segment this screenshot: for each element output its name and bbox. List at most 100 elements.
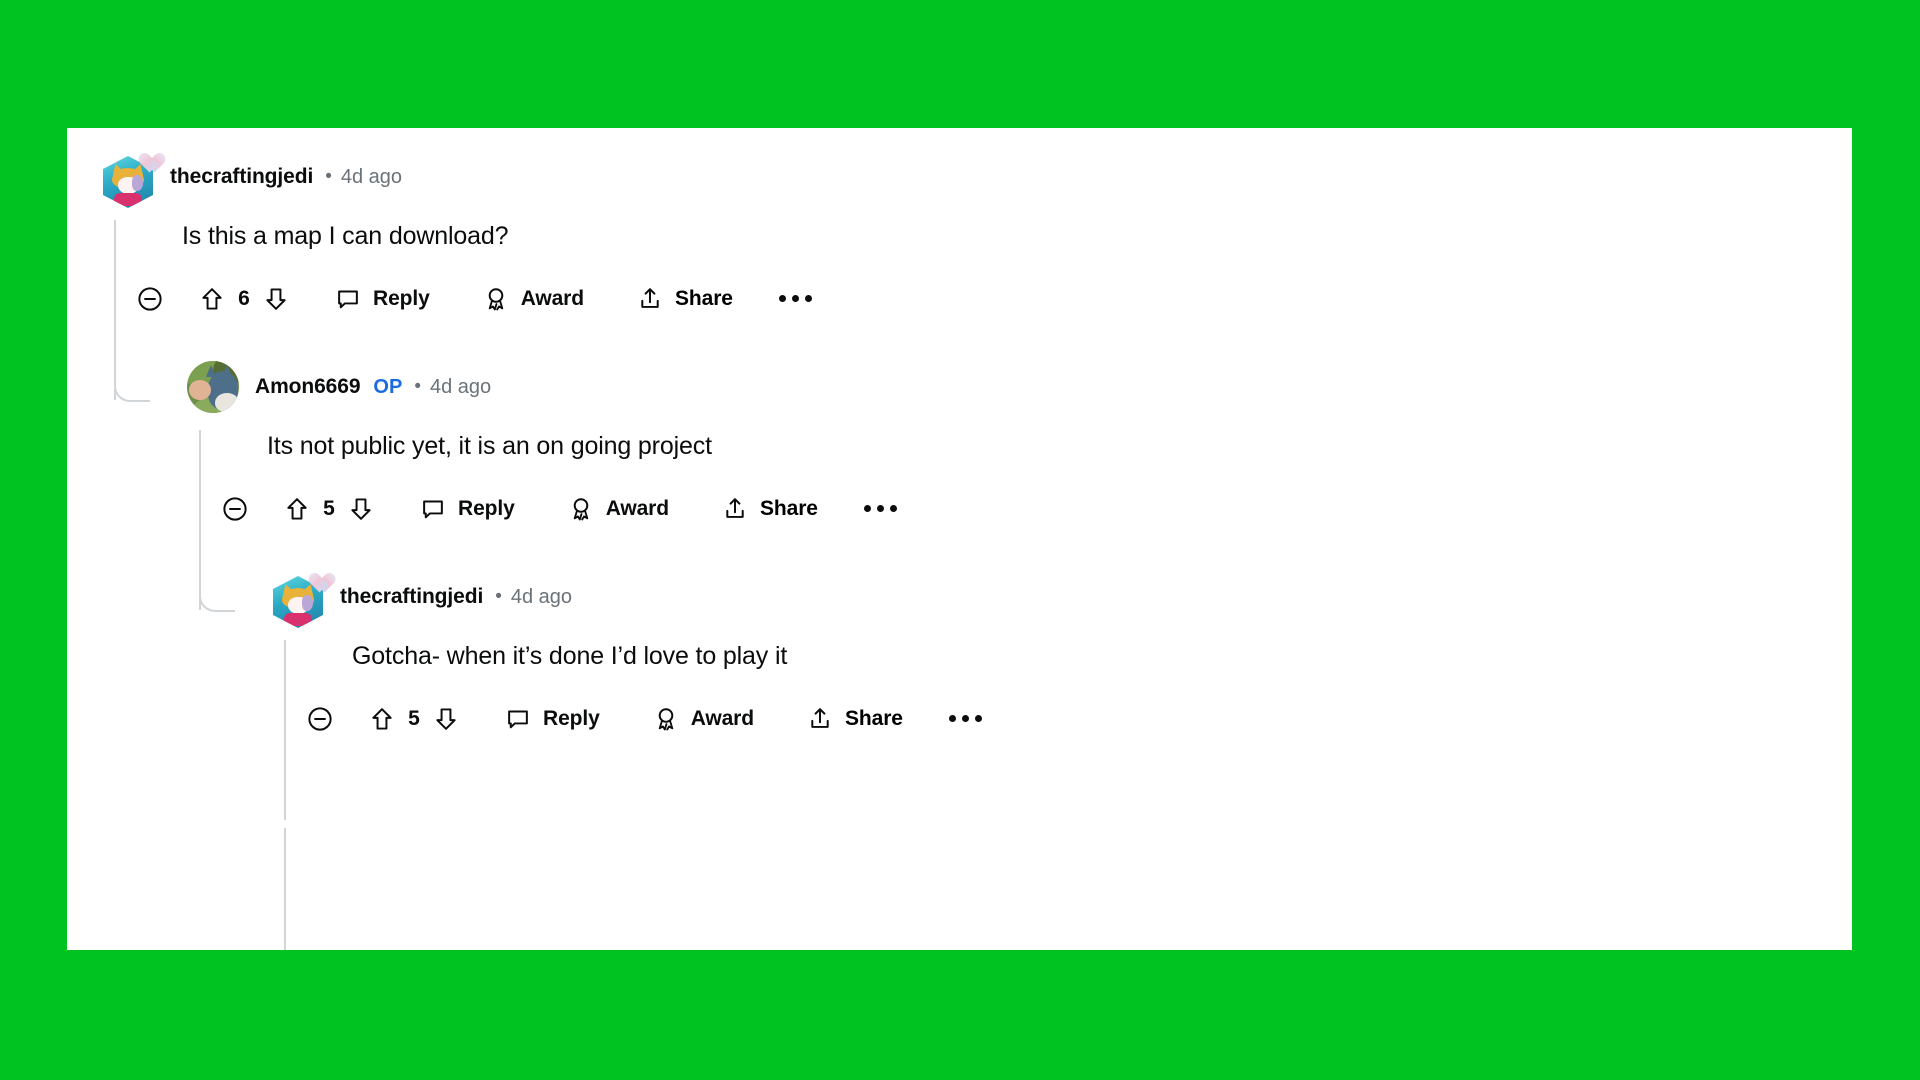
overflow-dot-3 <box>804 295 812 303</box>
share-arrow-icon <box>726 497 744 518</box>
overflow-menu-button[interactable] <box>778 295 812 303</box>
avatar[interactable] <box>270 569 326 628</box>
avatar-shirt-icon <box>284 613 312 626</box>
overflow-dot-2 <box>876 505 884 513</box>
vote-count: 6 <box>238 286 250 310</box>
award-button[interactable]: Award <box>567 495 669 523</box>
avatar[interactable] <box>185 359 241 415</box>
vote-group: 6 <box>198 285 290 313</box>
thread-curve-depth-0-to-1 <box>114 354 150 402</box>
collapse-icon <box>223 497 247 521</box>
overflow-menu-button[interactable] <box>863 505 897 513</box>
award-ribbon-icon <box>488 287 503 311</box>
award-label: Award <box>520 286 584 310</box>
comment-action-bar: 6 Reply Award Share <box>136 270 812 328</box>
downvote-button[interactable] <box>262 285 290 313</box>
overflow-dot-1 <box>863 505 871 513</box>
award-label: Award <box>605 496 669 520</box>
award-ribbon-icon <box>658 707 673 731</box>
comment-action-bar: 5 Reply Award Share <box>306 690 982 748</box>
comment-header: thecraftingjedi • 4d ago <box>270 568 982 628</box>
collapse-button[interactable] <box>136 285 164 313</box>
overflow-dot-3 <box>974 715 982 723</box>
share-label[interactable]: Share <box>675 287 733 311</box>
overflow-dot-2 <box>961 715 969 723</box>
upvote-icon <box>287 497 307 520</box>
overflow-menu-button[interactable] <box>948 715 982 723</box>
heart-balloon-icon <box>134 145 158 166</box>
upvote-button[interactable] <box>198 285 226 313</box>
comment-timestamp: 4d ago <box>429 375 492 398</box>
downvote-button[interactable] <box>347 495 375 523</box>
thread-curve-depth-1-to-2 <box>199 564 235 612</box>
reply-button[interactable]: Reply <box>419 495 515 523</box>
overflow-dot-2 <box>791 295 799 303</box>
avatar-hair-icon <box>132 175 143 191</box>
overflow-dot-3 <box>889 505 897 513</box>
comment-username[interactable]: thecraftingjedi <box>340 585 483 609</box>
comment-username[interactable]: Amon6669 <box>255 375 361 399</box>
thread-line-depth-2-continued <box>284 828 286 950</box>
meta-separator: • <box>495 586 502 607</box>
vote-count: 5 <box>323 496 335 520</box>
share-arrow-icon <box>641 287 659 308</box>
comment-thread-card: thecraftingjedi • 4d ago Is this a map I… <box>67 128 1852 950</box>
meta-separator: • <box>325 166 332 187</box>
award-label: Award <box>690 706 754 730</box>
comment-body: Is this a map I can download? <box>182 222 509 250</box>
comment-header: Amon6669 OP • 4d ago <box>185 358 897 416</box>
comment-username[interactable]: thecraftingjedi <box>170 165 313 189</box>
comment-item: thecraftingjedi • 4d ago Is this a map I… <box>100 148 812 328</box>
downvote-icon <box>266 288 286 310</box>
reply-label: Reply <box>543 706 600 730</box>
collapse-icon <box>308 707 332 731</box>
avatar[interactable] <box>100 149 156 208</box>
overflow-dot-1 <box>948 715 956 723</box>
comment-timestamp: 4d ago <box>340 165 403 188</box>
reply-label: Reply <box>458 496 515 520</box>
reply-button[interactable]: Reply <box>504 705 600 733</box>
upvote-icon <box>202 287 222 310</box>
avatar-round-image <box>187 361 239 413</box>
vote-group: 5 <box>368 705 460 733</box>
comment-bubble-icon <box>338 290 358 309</box>
heart-balloon-icon <box>304 565 328 586</box>
award-button[interactable]: Award <box>482 285 584 313</box>
op-badge: OP <box>373 375 403 398</box>
screen-root: thecraftingjedi • 4d ago Is this a map I… <box>0 0 1920 1080</box>
collapse-button[interactable] <box>221 495 249 523</box>
upvote-button[interactable] <box>283 495 311 523</box>
avatar-hair-icon <box>302 595 313 611</box>
upvote-button[interactable] <box>368 705 396 733</box>
comment-item: Amon6669 OP • 4d ago Its not public yet,… <box>185 358 897 538</box>
meta-separator: • <box>414 376 421 397</box>
comment-bubble-icon <box>423 500 443 519</box>
comment-body: Gotcha- when it’s done I’d love to play … <box>352 642 788 670</box>
comment-timestamp: 4d ago <box>510 585 573 608</box>
overflow-dot-1 <box>778 295 786 303</box>
downvote-icon <box>351 498 371 520</box>
avatar-shirt-icon <box>114 193 142 206</box>
share-arrow-icon <box>811 707 829 728</box>
comment-action-bar: 5 Reply Award Share <box>221 480 897 538</box>
reply-button[interactable]: Reply <box>334 285 430 313</box>
upvote-icon <box>372 707 392 730</box>
comment-body: Its not public yet, it is an on going pr… <box>267 432 712 460</box>
downvote-button[interactable] <box>432 705 460 733</box>
avatar-bag-icon <box>189 380 211 400</box>
share-label[interactable]: Share <box>760 497 818 521</box>
share-button[interactable] <box>721 495 749 523</box>
downvote-icon <box>436 708 456 730</box>
collapse-button[interactable] <box>306 705 334 733</box>
vote-count: 5 <box>408 706 420 730</box>
award-ribbon-icon <box>573 497 588 521</box>
share-button[interactable] <box>806 705 834 733</box>
award-button[interactable]: Award <box>652 705 754 733</box>
comment-header: thecraftingjedi • 4d ago <box>100 148 812 208</box>
collapse-icon <box>138 287 162 311</box>
comment-item: thecraftingjedi • 4d ago Gotcha- when it… <box>270 568 982 748</box>
reply-label: Reply <box>373 286 430 310</box>
share-button[interactable] <box>636 285 664 313</box>
share-label[interactable]: Share <box>845 707 903 731</box>
avatar-totoro-belly-icon <box>215 393 239 412</box>
